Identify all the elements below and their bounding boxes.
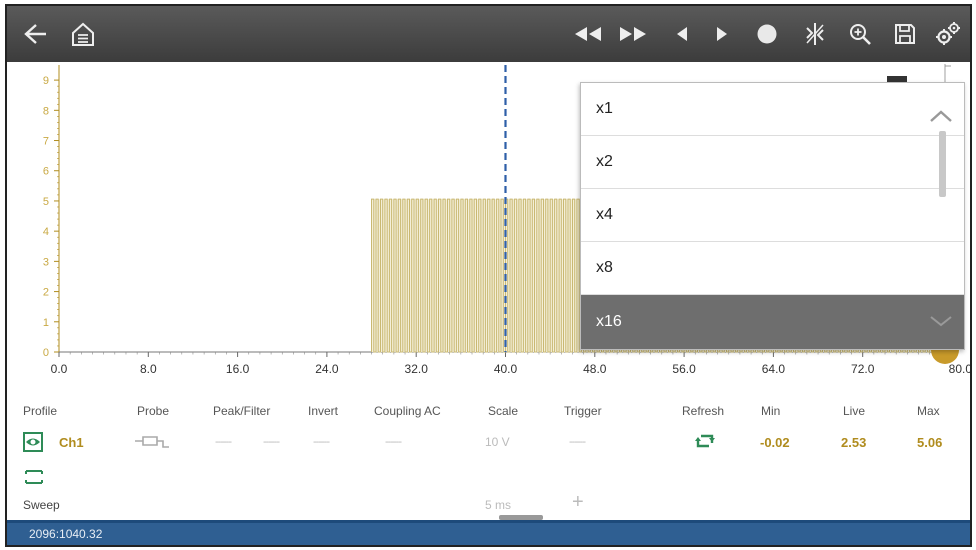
live-value: 2.53 <box>841 435 867 450</box>
x-tick-label: 0.0 <box>51 362 68 376</box>
chevron-down-icon[interactable] <box>928 313 954 334</box>
x-tick-label: 8.0 <box>140 362 157 376</box>
peak-filter-header: Peak/Filter <box>213 404 271 418</box>
coupling-dash: ------ <box>385 436 402 448</box>
max-header: Max <box>917 404 940 418</box>
filter-dash: ------ <box>263 436 280 448</box>
refresh-header: Refresh <box>682 404 725 418</box>
min-value: -0.02 <box>760 435 790 450</box>
back-arrow-icon[interactable] <box>17 6 53 62</box>
scale-option-x2[interactable]: x2 <box>581 136 964 189</box>
probe-icon[interactable] <box>133 432 173 457</box>
option-label: x1 <box>596 100 613 117</box>
status-bar: 2096:1040.32 <box>7 520 970 545</box>
y-tick-label: 8 <box>43 105 49 117</box>
status-divider <box>7 520 970 523</box>
x-tick-label: 40.0 <box>494 362 518 376</box>
y-tick-label: 6 <box>43 166 49 178</box>
chevron-up-icon[interactable] <box>928 108 954 129</box>
fast-forward-icon[interactable] <box>614 6 654 62</box>
trigger-dash: ------ <box>569 436 586 448</box>
scale-header: Scale <box>488 404 519 418</box>
trigger-header: Trigger <box>564 404 602 418</box>
step-forward-icon[interactable] <box>707 6 737 62</box>
dropdown-scrollbar[interactable] <box>939 131 946 197</box>
y-tick-label: 2 <box>43 287 49 299</box>
invert-header: Invert <box>308 404 339 418</box>
scope-window: 0 1 2 3 4 5 6 7 8 9 0.0 8.0 16.0 24.0 32.0 40.0 48.0 56.0… <box>5 4 972 547</box>
option-label: x2 <box>596 153 613 170</box>
scale-dropdown[interactable]: x1 x2 x4 x8 x16 <box>580 82 965 350</box>
channel-label: Ch1 <box>59 435 84 450</box>
split-icon[interactable] <box>797 6 833 62</box>
invert-dash: ------ <box>313 436 330 448</box>
settings-icon[interactable] <box>929 6 967 62</box>
sweep-label: Sweep <box>23 498 60 512</box>
probe-header: Probe <box>137 404 170 418</box>
y-tick-label: 1 <box>43 317 49 329</box>
x-tick-label: 56.0 <box>672 362 696 376</box>
scale-option-x4[interactable]: x4 <box>581 189 964 242</box>
x-tick-label: 64.0 <box>762 362 786 376</box>
bracket-icon[interactable] <box>25 470 43 489</box>
min-header: Min <box>761 404 781 418</box>
refresh-icon[interactable] <box>694 430 716 457</box>
y-tick-label: 3 <box>43 256 49 268</box>
live-header: Live <box>843 404 866 418</box>
sweep-add-button[interactable]: + <box>572 491 584 514</box>
option-label: x8 <box>596 259 613 276</box>
channel-settings-panel: Profile Probe Peak/Filter Invert Couplin… <box>7 402 970 520</box>
option-label: x4 <box>596 206 613 223</box>
x-tick-label: 24.0 <box>315 362 339 376</box>
y-tick-label: 4 <box>43 226 49 238</box>
x-tick-label: 32.0 <box>405 362 429 376</box>
max-value: 5.06 <box>917 435 943 450</box>
x-tick-label: 48.0 <box>583 362 607 376</box>
toolbar <box>7 6 970 62</box>
scale-option-x8[interactable]: x8 <box>581 242 964 295</box>
x-tick-label: 16.0 <box>226 362 250 376</box>
zoom-icon[interactable] <box>842 6 878 62</box>
cursor-coordinates: 2096:1040.32 <box>29 526 103 541</box>
option-label: x16 <box>596 313 622 330</box>
step-back-icon[interactable] <box>667 6 697 62</box>
scale-value[interactable]: 10 V <box>485 435 510 449</box>
sweep-value[interactable]: 5 ms <box>485 498 511 512</box>
home-icon[interactable] <box>65 6 101 62</box>
record-icon[interactable] <box>750 6 784 62</box>
y-tick-label: 0 <box>43 347 49 359</box>
save-icon[interactable] <box>887 6 923 62</box>
y-tick-label: 7 <box>43 136 49 148</box>
scale-option-x1[interactable]: x1 <box>581 83 964 136</box>
y-tick-label: 5 <box>43 196 49 208</box>
profile-header: Profile <box>23 404 58 418</box>
y-tick-label: 9 <box>43 75 49 87</box>
coupling-header: Coupling AC <box>374 404 441 418</box>
peak-dash: ------ <box>215 436 232 448</box>
fast-rewind-icon[interactable] <box>567 6 607 62</box>
scale-option-x16[interactable]: x16 <box>581 295 964 349</box>
x-tick-label: 72.0 <box>851 362 875 376</box>
eye-icon[interactable] <box>23 432 43 457</box>
